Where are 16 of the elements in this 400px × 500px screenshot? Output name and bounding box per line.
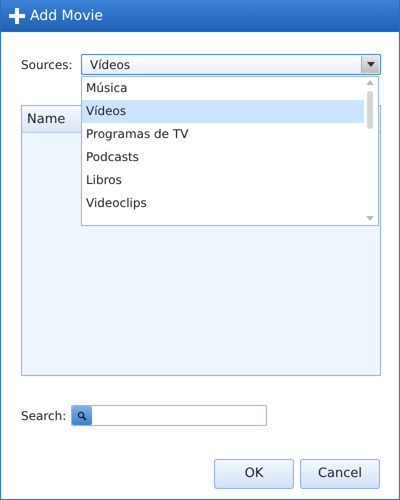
dropdown-option[interactable]: Videoclips xyxy=(82,192,364,215)
cancel-button[interactable]: Cancel xyxy=(300,459,380,489)
sources-dropdown[interactable]: Vídeos xyxy=(81,54,381,75)
dropdown-option[interactable]: Libros xyxy=(82,169,364,192)
search-label: Search: xyxy=(21,408,68,424)
dropdown-option[interactable]: Programas de TV xyxy=(82,123,364,146)
search-icon[interactable] xyxy=(77,410,87,420)
ok-button[interactable]: OK xyxy=(214,459,294,489)
dropdown-option[interactable]: Vídeos xyxy=(82,100,364,123)
window-title: Add Movie xyxy=(30,6,103,26)
dropdown-option[interactable]: Podcasts xyxy=(82,146,364,169)
sources-label: Sources: xyxy=(21,56,74,74)
plus-icon xyxy=(7,6,27,26)
caret-icon xyxy=(366,62,374,67)
search-field[interactable] xyxy=(71,405,267,426)
dropdown-option[interactable]: Música xyxy=(82,77,364,100)
